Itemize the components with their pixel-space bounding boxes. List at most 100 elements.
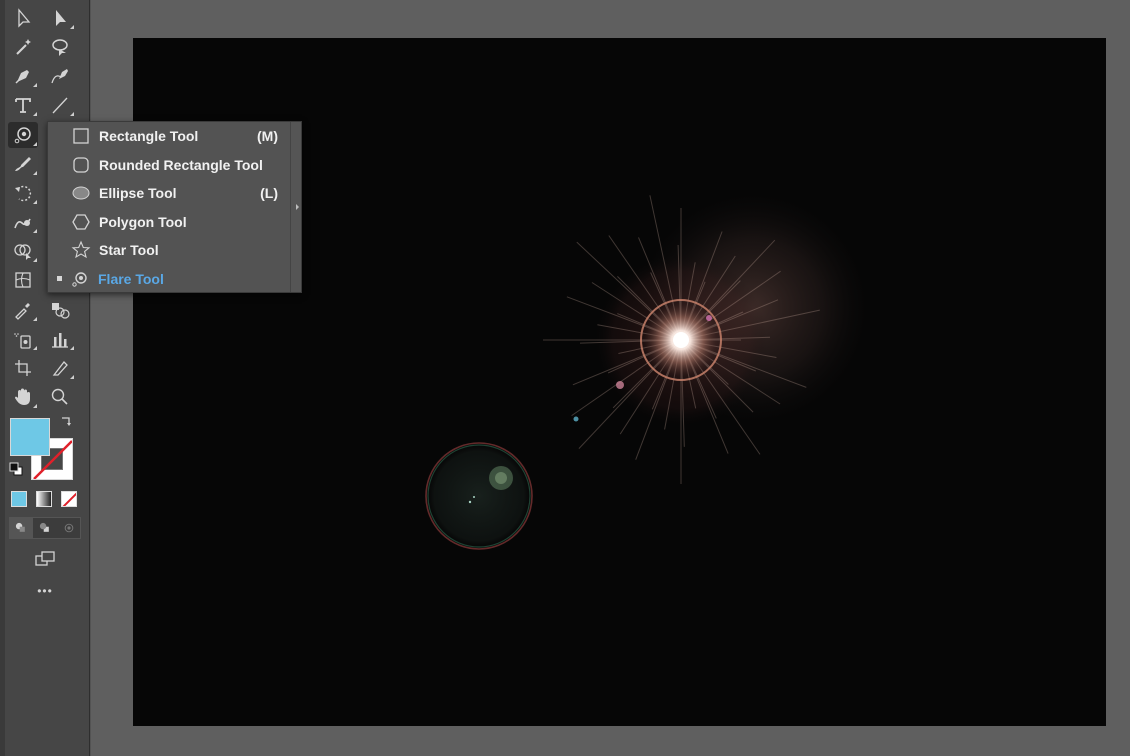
symbol-sprayer-tool[interactable] (8, 326, 38, 352)
current-tool-marker (57, 219, 63, 225)
current-tool-marker (57, 133, 63, 139)
pen-nib-icon (15, 70, 29, 84)
submenu-indicator (70, 375, 74, 379)
ellipse-icon (71, 183, 91, 203)
zoom-magnifier-icon (51, 388, 68, 405)
hand-tool[interactable] (8, 384, 38, 410)
submenu-indicator (70, 112, 74, 116)
flyout-item-flare[interactable]: Flare Tool (48, 265, 290, 293)
flare-spot-cyan (573, 416, 579, 422)
lasso-tool[interactable] (45, 34, 75, 60)
fill-swatch[interactable] (10, 418, 50, 456)
flare-center-core (673, 332, 689, 348)
submenu-indicator (70, 346, 74, 350)
lasso-icon (52, 39, 68, 56)
blend-tool[interactable] (45, 297, 75, 323)
canvas-area[interactable] (91, 0, 1130, 756)
draw-inside-button[interactable] (57, 517, 81, 539)
flyout-item-label: Ellipse Tool (99, 185, 177, 201)
screen-mode-icon (35, 551, 55, 566)
artboard-icon (15, 360, 31, 376)
column-graph-tool[interactable] (45, 326, 75, 352)
line-segment-tool[interactable] (45, 92, 75, 118)
flyout-item-label: Flare Tool (98, 270, 164, 287)
submenu-indicator (33, 83, 37, 87)
zoom-tool[interactable] (45, 384, 75, 410)
flyout-item-label: Rectangle Tool (99, 128, 199, 144)
magic-wand-tool[interactable] (8, 34, 38, 60)
current-tool-marker (57, 162, 63, 168)
polygon-icon (71, 212, 91, 232)
curvature-tool[interactable] (45, 63, 75, 89)
rectangle-icon (71, 126, 91, 146)
curvature-pen-icon (51, 69, 68, 84)
mesh-tool[interactable] (8, 267, 38, 293)
mesh-icon (15, 272, 31, 288)
draw-normal-button[interactable] (9, 517, 33, 539)
artboard-tool[interactable] (8, 355, 38, 381)
selection-arrow-hollow-icon (18, 8, 31, 28)
symbol-sprayer-icon (14, 333, 31, 349)
direct-selection-tool[interactable] (45, 5, 75, 31)
flyout-item-label: Star Tool (99, 242, 159, 258)
tearoff-arrow-icon (296, 204, 299, 210)
flyout-item-polygon[interactable]: Polygon Tool (48, 208, 290, 236)
submenu-indicator (33, 142, 37, 146)
type-t-icon (15, 98, 31, 113)
warp-icon (14, 218, 31, 229)
rounded-rectangle-icon (71, 155, 91, 175)
gradient-mode-button[interactable] (36, 491, 52, 507)
line-segment-icon (52, 97, 68, 114)
draw-normal-icon (15, 522, 25, 532)
current-tool-marker (57, 247, 63, 253)
paintbrush-icon (15, 157, 31, 171)
shape-builder-tool[interactable] (8, 238, 38, 264)
submenu-indicator (33, 404, 37, 408)
illustrator-window: ••• Rectangle Tool (M) Rounded Rectangle… (0, 0, 1130, 756)
draw-behind-icon (39, 522, 49, 532)
shape-tools-flyout: Rectangle Tool (M) Rounded Rectangle Tool E… (47, 121, 302, 293)
default-fill-stroke-icon[interactable] (9, 462, 23, 476)
selection-tool[interactable] (8, 5, 38, 31)
slice-tool[interactable] (45, 355, 75, 381)
warp-tool[interactable] (8, 209, 38, 235)
draw-inside-icon (64, 523, 74, 533)
eyedropper-tool[interactable] (8, 297, 38, 323)
column-graph-icon (52, 333, 68, 348)
submenu-indicator (70, 25, 74, 29)
panel-grip[interactable] (0, 0, 5, 756)
direct-selection-arrow-icon (56, 10, 66, 26)
paintbrush-tool[interactable] (8, 151, 38, 177)
submenu-indicator (33, 171, 37, 175)
edit-toolbar-button[interactable]: ••• (30, 584, 60, 604)
rotate-tool[interactable] (8, 180, 38, 206)
draw-behind-button[interactable] (33, 517, 57, 539)
flyout-item-star[interactable]: Star Tool (48, 236, 290, 264)
flyout-item-ellipse[interactable]: Ellipse Tool (L) (48, 179, 290, 207)
flyout-item-rounded-rectangle[interactable]: Rounded Rectangle Tool (48, 151, 290, 179)
color-mode-button[interactable] (11, 491, 27, 507)
flyout-item-shortcut: (L) (260, 185, 278, 201)
submenu-indicator (33, 200, 37, 204)
pen-tool[interactable] (8, 63, 38, 89)
hand-icon (15, 388, 30, 405)
current-tool-marker (57, 190, 63, 196)
rotate-icon (15, 185, 32, 202)
flyout-item-shortcut: (M) (257, 128, 278, 144)
slice-knife-icon (52, 361, 68, 376)
none-mode-button[interactable] (61, 491, 77, 507)
shape-builder-icon (14, 244, 31, 260)
flyout-item-label: Polygon Tool (99, 213, 187, 230)
type-tool[interactable] (8, 92, 38, 118)
screen-mode-button[interactable] (30, 546, 60, 572)
flare-spot-magenta (706, 315, 712, 321)
current-tool-marker (57, 276, 62, 281)
swap-fill-stroke-icon[interactable] (58, 414, 74, 430)
flare-spot-pink (616, 381, 624, 389)
flare-icon (14, 127, 31, 144)
none-slash-icon (62, 492, 76, 506)
blend-icon (52, 303, 70, 319)
flyout-item-rectangle[interactable]: Rectangle Tool (M) (48, 122, 290, 150)
flare-tool[interactable] (8, 122, 38, 148)
magic-wand-icon (16, 39, 31, 55)
